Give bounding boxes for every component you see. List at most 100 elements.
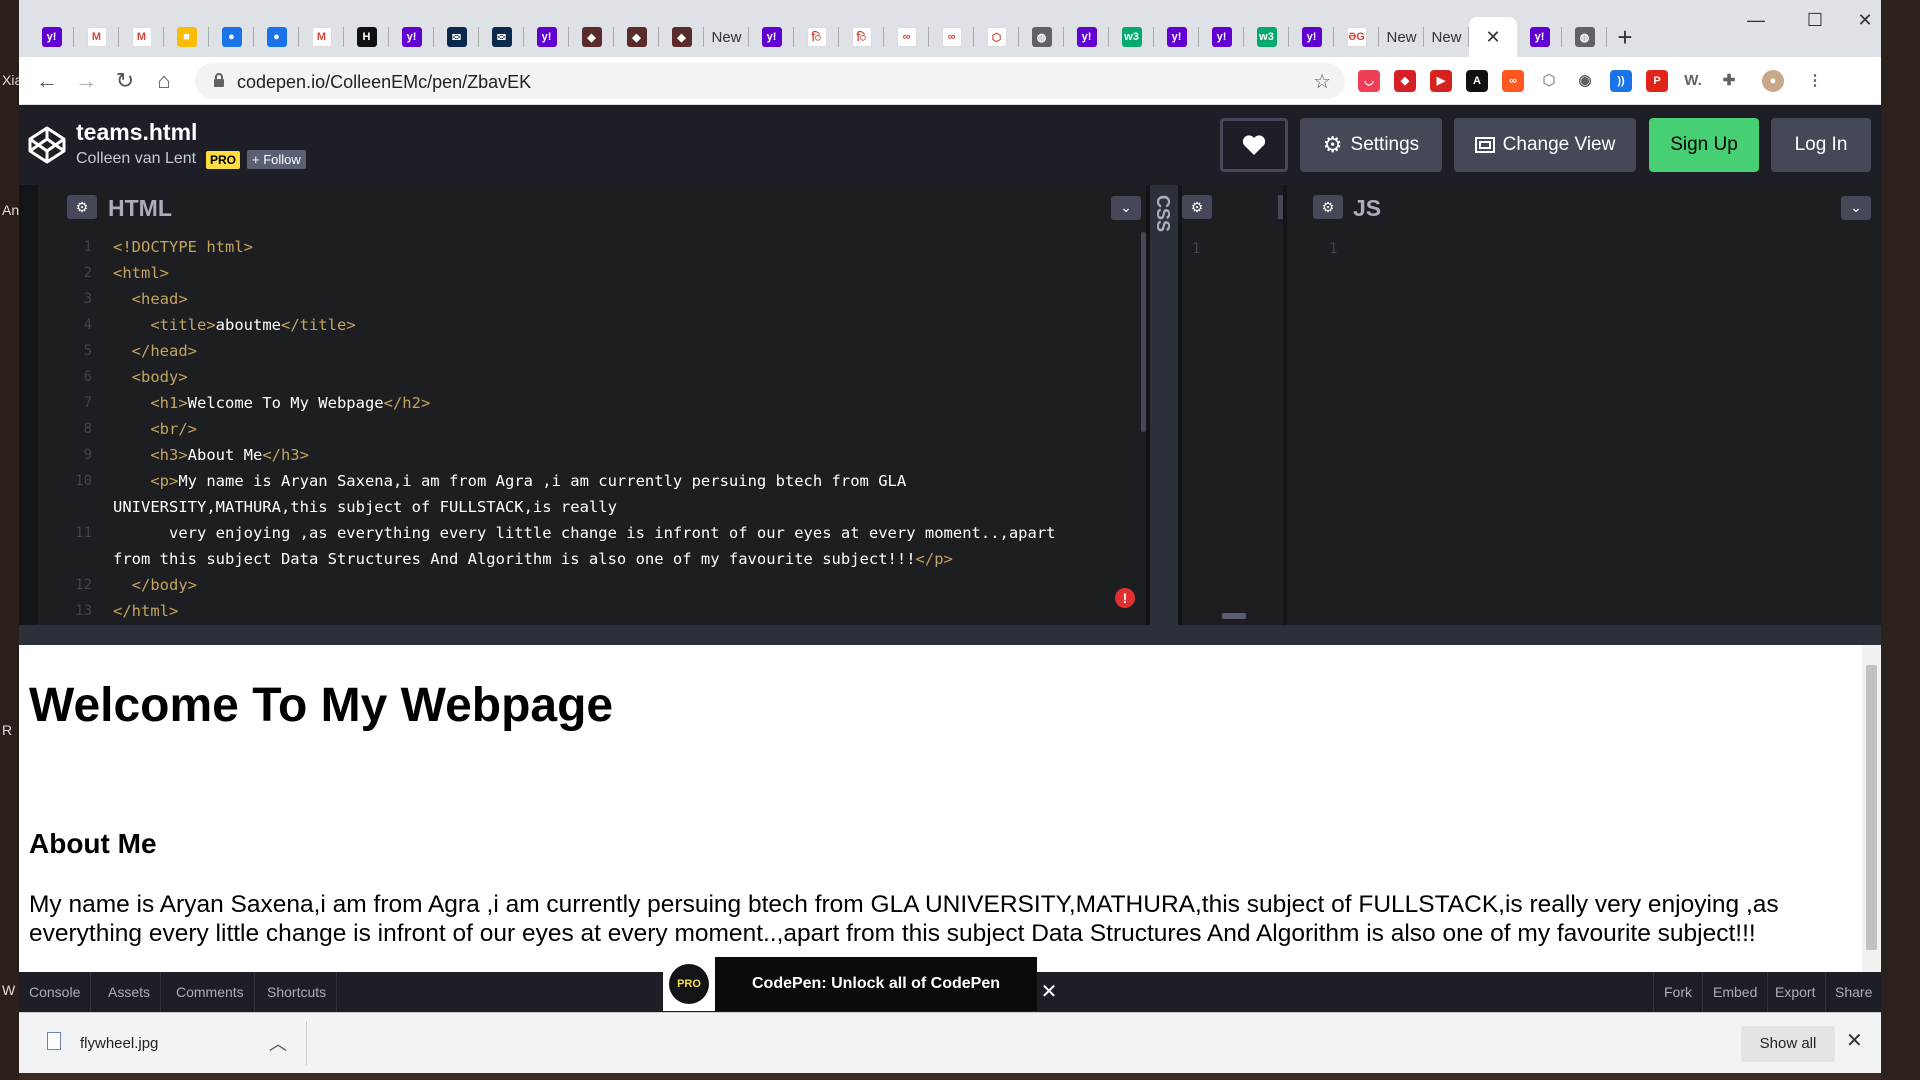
- menu-icon[interactable]: ⋮: [1804, 70, 1826, 92]
- preview-scrollbar[interactable]: [1862, 645, 1881, 972]
- browser-tab[interactable]: ƏG: [1334, 17, 1379, 57]
- browser-tab[interactable]: y!: [1154, 17, 1199, 57]
- w-icon[interactable]: W.: [1682, 70, 1704, 92]
- home-icon[interactable]: ⌂: [150, 67, 178, 95]
- log-in-button[interactable]: Log In: [1771, 118, 1871, 172]
- browser-tab[interactable]: y!: [1199, 17, 1244, 57]
- browser-tab[interactable]: y!: [29, 17, 74, 57]
- fork-button[interactable]: Fork: [1653, 972, 1703, 1012]
- code-line: <p>My name is Aryan Saxena,i am from Agr…: [150, 472, 907, 490]
- editor-scrollbar[interactable]: [1141, 232, 1146, 432]
- codepen-logo-icon[interactable]: [27, 125, 67, 165]
- css-pane-collapsed[interactable]: CSS: [1150, 185, 1178, 625]
- browser-tab[interactable]: ◆: [659, 17, 704, 57]
- change-view-button[interactable]: Change View: [1454, 118, 1636, 172]
- pane-divider[interactable]: [1278, 195, 1283, 219]
- browser-tab[interactable]: ●: [209, 17, 254, 57]
- browser-tab[interactable]: ✕: [1469, 17, 1517, 57]
- browser-tab[interactable]: ∞: [929, 17, 974, 57]
- console-button[interactable]: Console: [19, 972, 92, 1012]
- wave-icon[interactable]: )): [1610, 70, 1632, 92]
- browser-tab[interactable]: y!: [1064, 17, 1109, 57]
- browser-tab[interactable]: M: [119, 17, 164, 57]
- resize-handle[interactable]: [1222, 613, 1246, 619]
- browser-tab[interactable]: ●: [254, 17, 299, 57]
- shield-icon[interactable]: ◆: [1394, 70, 1416, 92]
- hex-icon[interactable]: ⬡: [1538, 70, 1560, 92]
- browser-tab[interactable]: w3: [1109, 17, 1154, 57]
- code-line: </body>: [131, 576, 197, 594]
- browser-tab[interactable]: ∞: [884, 17, 929, 57]
- show-all-button[interactable]: Show all: [1741, 1026, 1835, 1062]
- minimize-button[interactable]: —: [1736, 8, 1776, 32]
- reload-icon[interactable]: ↻: [111, 67, 139, 95]
- browser-tab[interactable]: ि: [794, 17, 839, 57]
- browser-tab[interactable]: New: [704, 17, 749, 57]
- browser-tab[interactable]: ◍: [1562, 17, 1607, 57]
- record-icon[interactable]: ▶: [1430, 70, 1452, 92]
- browser-tab[interactable]: w3: [1244, 17, 1289, 57]
- forward-icon[interactable]: →: [72, 67, 100, 95]
- error-icon[interactable]: !: [1115, 588, 1135, 608]
- browser-tab[interactable]: ⬡: [974, 17, 1019, 57]
- profile-icon[interactable]: ●: [1762, 70, 1784, 92]
- browser-tab[interactable]: y!: [524, 17, 569, 57]
- infinity-icon: ∞: [896, 27, 917, 47]
- browser-tab[interactable]: H: [344, 17, 389, 57]
- browser-tab[interactable]: ✉: [479, 17, 524, 57]
- pdf-icon[interactable]: P: [1646, 70, 1668, 92]
- close-window-button[interactable]: ✕: [1853, 8, 1877, 32]
- assets-button[interactable]: Assets: [98, 972, 162, 1012]
- settings-button[interactable]: ⚙ Settings: [1300, 118, 1442, 172]
- close-shelf-button[interactable]: ✕: [1846, 1028, 1863, 1053]
- font-icon[interactable]: A: [1466, 70, 1488, 92]
- maximize-button[interactable]: ☐: [1795, 8, 1835, 32]
- bookmark-star-icon[interactable]: ☆: [1313, 69, 1331, 94]
- new-tab-button[interactable]: +: [1609, 22, 1641, 54]
- browser-tab[interactable]: New: [1379, 17, 1424, 57]
- scrollbar-thumb[interactable]: [1866, 665, 1877, 950]
- browser-tab[interactable]: y!: [1517, 17, 1562, 57]
- pro-promo-banner[interactable]: PRO CodePen: Unlock all of CodePen: [663, 957, 1037, 1011]
- browser-tab[interactable]: y!: [749, 17, 794, 57]
- code-line: <br/>: [150, 420, 197, 438]
- chevron-down-icon[interactable]: ⌄: [1111, 196, 1141, 220]
- browser-tab[interactable]: ि: [839, 17, 884, 57]
- browser-tab[interactable]: M: [299, 17, 344, 57]
- chevron-down-icon[interactable]: ⌄: [1841, 196, 1871, 220]
- code-line: UNIVERSITY,MATHURA,this subject of FULLS…: [113, 498, 617, 516]
- browser-tab[interactable]: ■: [164, 17, 209, 57]
- back-icon[interactable]: ←: [33, 67, 61, 95]
- js-settings-gear-icon[interactable]: ⚙: [1313, 195, 1343, 219]
- html-settings-gear-icon[interactable]: ⚙: [67, 195, 97, 219]
- loop-icon[interactable]: ∞: [1502, 70, 1524, 92]
- browser-tab[interactable]: y!: [389, 17, 434, 57]
- browser-tab[interactable]: ✉: [434, 17, 479, 57]
- follow-button[interactable]: + Follow: [247, 150, 306, 169]
- pen-author[interactable]: Colleen van Lent: [76, 150, 196, 168]
- chevron-up-icon[interactable]: ︿: [269, 1030, 287, 1056]
- css-settings-gear-icon[interactable]: ⚙: [1182, 195, 1212, 219]
- sign-up-button[interactable]: Sign Up: [1649, 118, 1759, 172]
- embed-button[interactable]: Embed: [1703, 972, 1769, 1012]
- download-filename[interactable]: flywheel.jpg: [80, 1035, 158, 1052]
- shortcuts-button[interactable]: Shortcuts: [257, 972, 338, 1012]
- puzzle-icon[interactable]: ✚: [1718, 70, 1740, 92]
- browser-tab[interactable]: ◆: [569, 17, 614, 57]
- comments-button[interactable]: Comments: [166, 972, 255, 1012]
- browser-tab[interactable]: ◆: [614, 17, 659, 57]
- html-code-editor[interactable]: 1 <!DOCTYPE html> 2 <html> 3 <head> 4 <title>…: [38, 230, 1146, 625]
- address-bar[interactable]: codepen.io/ColleenEMc/pen/ZbavEK ☆: [195, 63, 1345, 99]
- code-line: <title>aboutme</title>: [150, 316, 356, 334]
- promo-close-button[interactable]: ✕: [1037, 977, 1061, 1007]
- pocket-icon[interactable]: ◡: [1358, 70, 1380, 92]
- browser-tab[interactable]: ◍: [1019, 17, 1064, 57]
- browser-tab[interactable]: New: [1424, 17, 1469, 57]
- browser-tab[interactable]: y!: [1289, 17, 1334, 57]
- editor-resize-bar[interactable]: [19, 625, 1881, 645]
- compass-icon[interactable]: ◉: [1574, 70, 1596, 92]
- export-button[interactable]: Export: [1765, 972, 1827, 1012]
- browser-tab[interactable]: M: [74, 17, 119, 57]
- love-button[interactable]: [1220, 118, 1288, 172]
- share-button[interactable]: Share: [1825, 972, 1881, 1012]
